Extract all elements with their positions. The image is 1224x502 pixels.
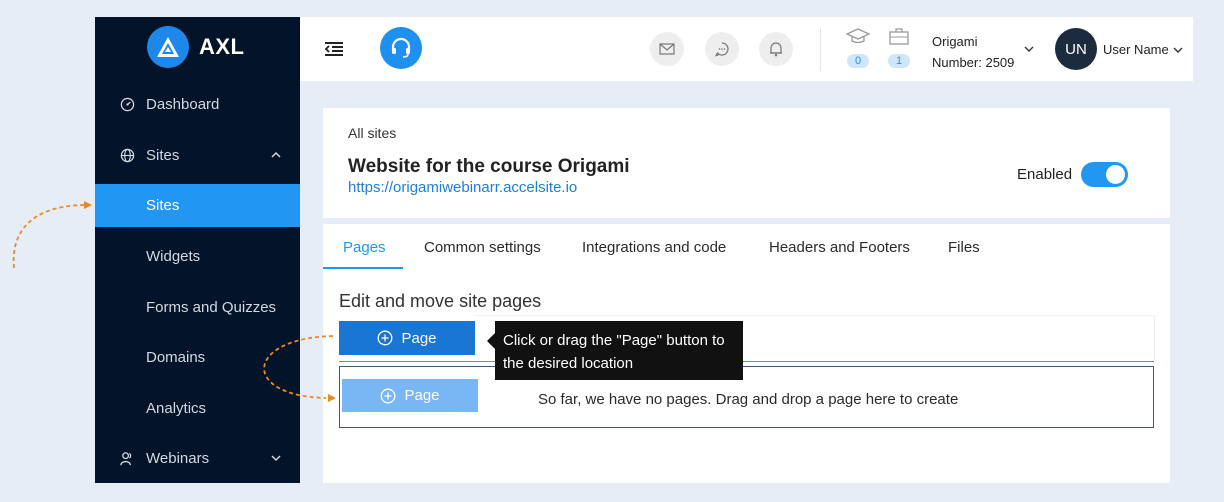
arrow-head	[84, 201, 92, 209]
annotation-arrows	[12, 201, 336, 402]
arrow-drag-page	[263, 335, 334, 399]
arrow-to-sites	[12, 204, 87, 269]
arrow-head	[328, 394, 336, 402]
